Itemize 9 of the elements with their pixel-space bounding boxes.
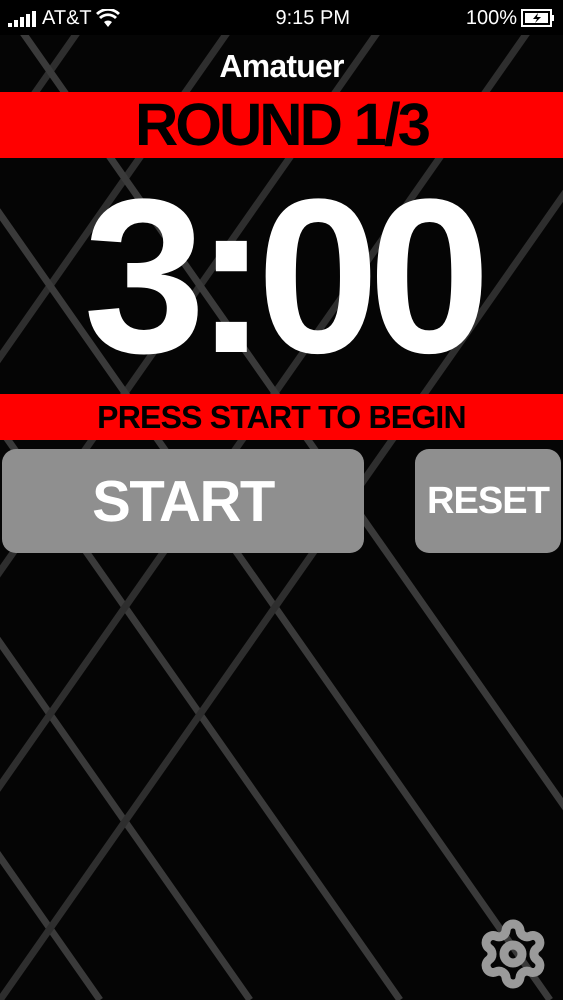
round-banner: ROUND 1/3 xyxy=(0,92,563,158)
prompt-banner: PRESS START TO BEGIN xyxy=(0,394,563,440)
start-button[interactable]: START xyxy=(2,449,364,553)
profile-title: Amatuer xyxy=(219,46,344,86)
carrier-label: AT&T xyxy=(42,6,92,30)
timer-display: 3:00 xyxy=(83,166,480,386)
battery-label: 100% xyxy=(466,6,517,30)
reset-button[interactable]: RESET xyxy=(415,449,561,553)
clock-label: 9:15 PM xyxy=(276,6,350,30)
